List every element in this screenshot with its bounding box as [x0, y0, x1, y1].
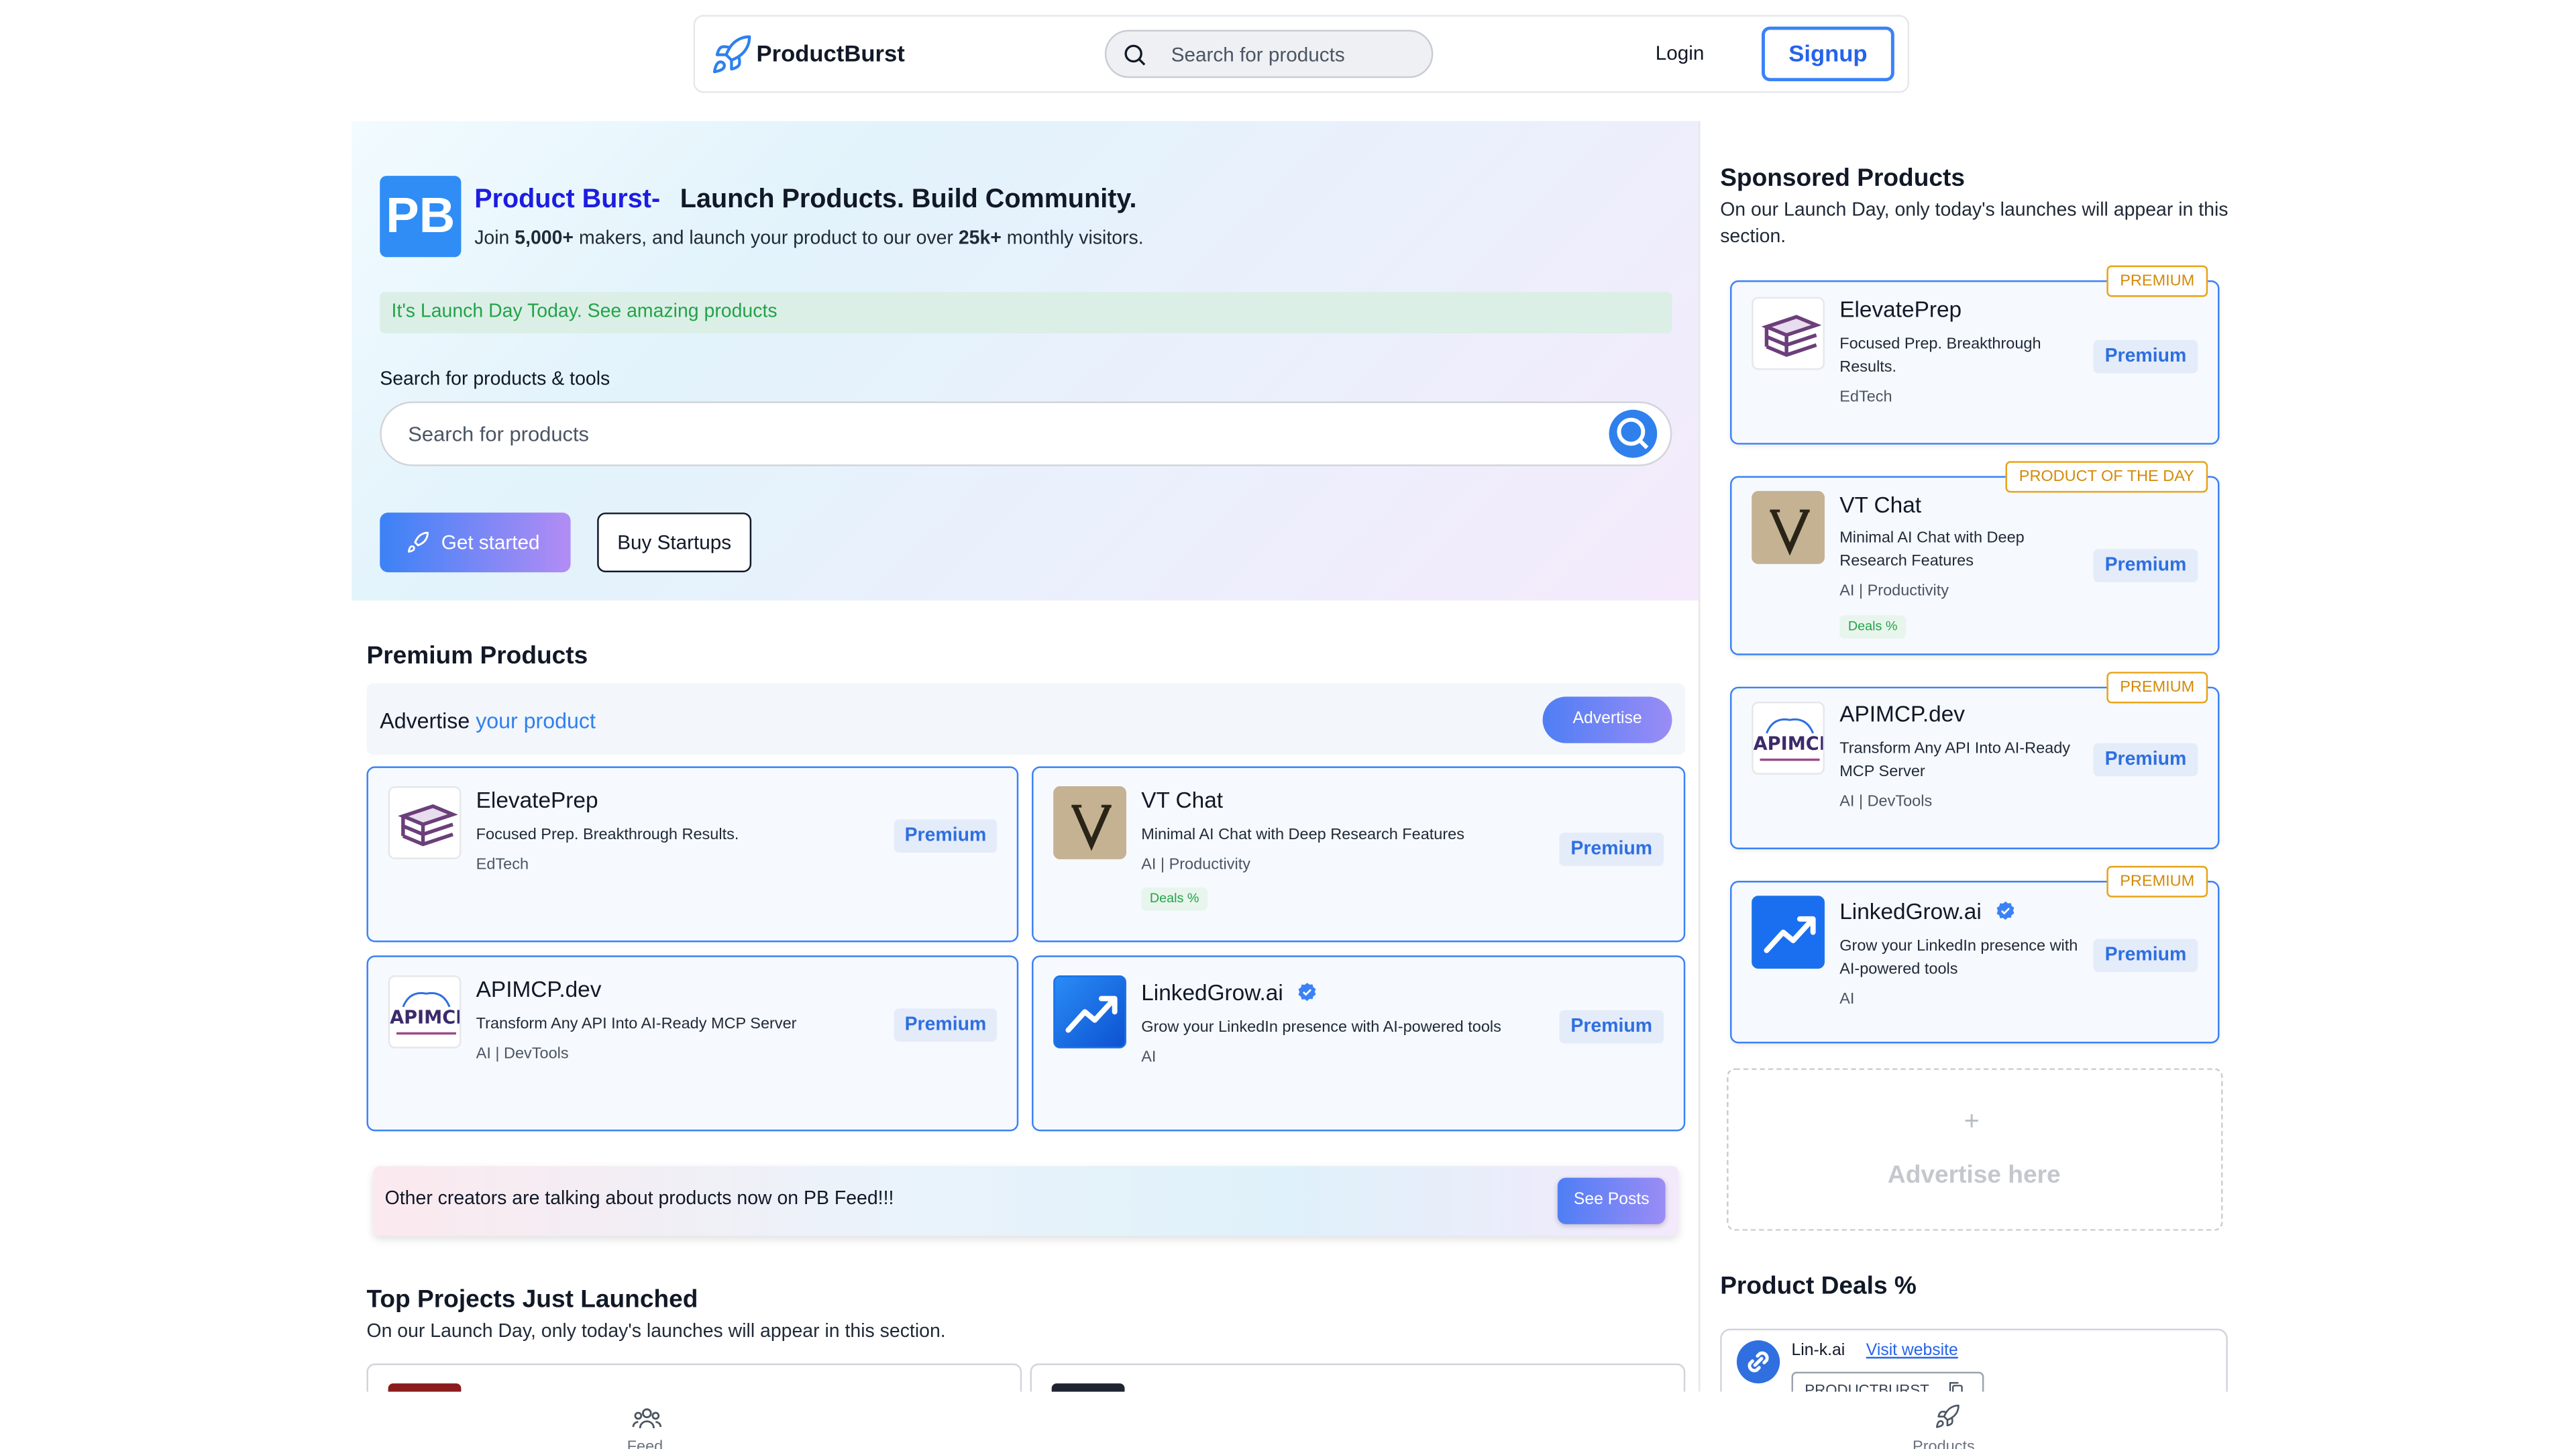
column-divider [1699, 121, 1701, 1392]
deals-badge: Deals % [1141, 887, 1208, 911]
hero-search-placeholder: Search for products [408, 423, 590, 447]
product-card-elevateprep[interactable] [366, 766, 1019, 943]
product-category: EdTech [1839, 388, 1892, 407]
buy-startups-button[interactable]: Buy Startups [597, 513, 752, 573]
product-name[interactable]: APIMCP.dev [1839, 702, 1965, 727]
advertise-here-slot[interactable] [1727, 1068, 2223, 1231]
linkedgrow-logo [1752, 896, 1825, 969]
product-desc: Grow your LinkedIn presence with AI-powe… [1141, 1018, 1501, 1037]
product-name[interactable]: LinkedGrow.ai [1839, 899, 1982, 924]
product-name[interactable]: APIMCP.dev [476, 977, 602, 1002]
hero-brand: Product Burst- [474, 185, 661, 214]
product-desc: Minimal AI Chat with Deep Research Featu… [1839, 529, 2025, 571]
premium-heading: Premium Products [366, 641, 588, 670]
product-deals-heading: Product Deals % [1720, 1272, 1917, 1301]
feed-tab-label[interactable]: Feed [627, 1438, 663, 1449]
svg-text:APIMCP: APIMCP [1754, 734, 1825, 755]
svg-text:APIMCP: APIMCP [390, 1008, 461, 1028]
hero-subtitle: Join 5,000+ makers, and launch your prod… [474, 229, 1144, 249]
premium-badge: Premium [2093, 743, 2198, 777]
sponsored-subtitle: On our Launch Day, only today's launches… [1720, 201, 2229, 248]
product-category: EdTech [476, 855, 529, 875]
product-desc: Grow your LinkedIn presence with AI-powe… [1839, 937, 2078, 979]
deal-name: Lin-k.ai [1791, 1342, 1845, 1360]
product-category: AI | Productivity [1141, 855, 1250, 875]
pb-logo: PB [380, 176, 462, 258]
rocket-icon [407, 531, 429, 553]
premium-ribbon: PREMIUM [2106, 672, 2208, 704]
signup-button[interactable]: Signup [1762, 26, 1894, 82]
elevateprep-logo [1752, 297, 1825, 370]
users-icon[interactable] [632, 1405, 662, 1432]
launch-day-banner[interactable]: It's Launch Day Today. See amazing produ… [380, 292, 1672, 334]
rocket-icon[interactable] [1933, 1403, 1963, 1430]
product-category: AI [1141, 1048, 1157, 1067]
apimcp-logo: APIMCP [1752, 701, 1825, 775]
product-card-apimcp[interactable] [366, 955, 1019, 1132]
verified-icon [1298, 983, 1316, 1002]
plus-icon: + [1964, 1108, 1980, 1136]
search-icon [1124, 44, 1146, 66]
product-name[interactable]: LinkedGrow.ai [1141, 980, 1283, 1005]
product-desc: Focused Prep. Breakthrough Results. [1839, 335, 2041, 376]
product-category: AI | Productivity [1839, 582, 1949, 601]
premium-badge: Premium [894, 819, 998, 853]
sponsored-heading: Sponsored Products [1720, 164, 1965, 193]
premium-badge: Premium [1559, 833, 1664, 866]
product-name[interactable]: ElevatePrep [476, 788, 598, 813]
premium-badge: Premium [2093, 549, 2198, 582]
nav-search-placeholder: Search for products [1171, 43, 1345, 66]
bottom-nav [0, 1391, 2576, 1449]
premium-badge: Premium [2093, 938, 2198, 973]
feed-banner-text: Other creators are talking about product… [384, 1189, 894, 1210]
hero-tagline: Launch Products. Build Community. [680, 185, 1137, 214]
premium-badge: Premium [2093, 339, 2198, 374]
product-name[interactable]: VT Chat [1141, 788, 1223, 813]
see-posts-button[interactable]: See Posts [1557, 1177, 1666, 1224]
advertise-here-label: Advertise here [1887, 1161, 2061, 1189]
product-of-the-day-ribbon: PRODUCT OF THE DAY [2005, 461, 2208, 493]
top-projects-subtitle: On our Launch Day, only today's launches… [366, 1322, 946, 1342]
product-name[interactable]: VT Chat [1839, 492, 1921, 517]
rocket-icon [712, 35, 751, 74]
elevateprep-logo [388, 786, 462, 859]
search-icon [1617, 417, 1649, 449]
product-name[interactable]: ElevatePrep [1839, 297, 1962, 322]
verified-icon [1996, 901, 2015, 920]
premium-ribbon: PREMIUM [2106, 865, 2208, 898]
brand-name[interactable]: ProductBurst [757, 40, 905, 66]
hero-search-button[interactable] [1609, 409, 1658, 458]
advertise-button[interactable]: Advertise [1542, 696, 1672, 743]
product-category: AI | DevTools [476, 1044, 569, 1064]
vtchat-logo [1752, 490, 1825, 564]
product-desc: Focused Prep. Breakthrough Results. [476, 826, 739, 845]
linkedgrow-logo [1053, 975, 1126, 1049]
link-icon [1736, 1340, 1780, 1384]
product-category: AI | DevTools [1839, 792, 1933, 812]
apimcp-logo: APIMCP [388, 975, 462, 1049]
premium-badge: Premium [894, 1008, 998, 1042]
deals-badge: Deals % [1839, 615, 1907, 639]
premium-badge: Premium [1559, 1010, 1664, 1044]
product-category: AI [1839, 990, 1855, 1009]
visit-website-link[interactable]: Visit website [1866, 1342, 1958, 1360]
products-tab-label[interactable]: Products [1913, 1438, 1975, 1449]
product-desc: Minimal AI Chat with Deep Research Featu… [1141, 826, 1465, 845]
product-desc: Transform Any API Into AI-Ready MCP Serv… [476, 1015, 797, 1034]
top-projects-heading: Top Projects Just Launched [366, 1285, 698, 1314]
vtchat-logo [1053, 786, 1126, 859]
login-link[interactable]: Login [1656, 42, 1705, 65]
advertise-text: Advertise your product [380, 708, 596, 733]
search-label: Search for products & tools [380, 370, 610, 390]
premium-ribbon: PREMIUM [2106, 265, 2208, 297]
product-desc: Transform Any API Into AI-Ready MCP Serv… [1839, 739, 2071, 782]
